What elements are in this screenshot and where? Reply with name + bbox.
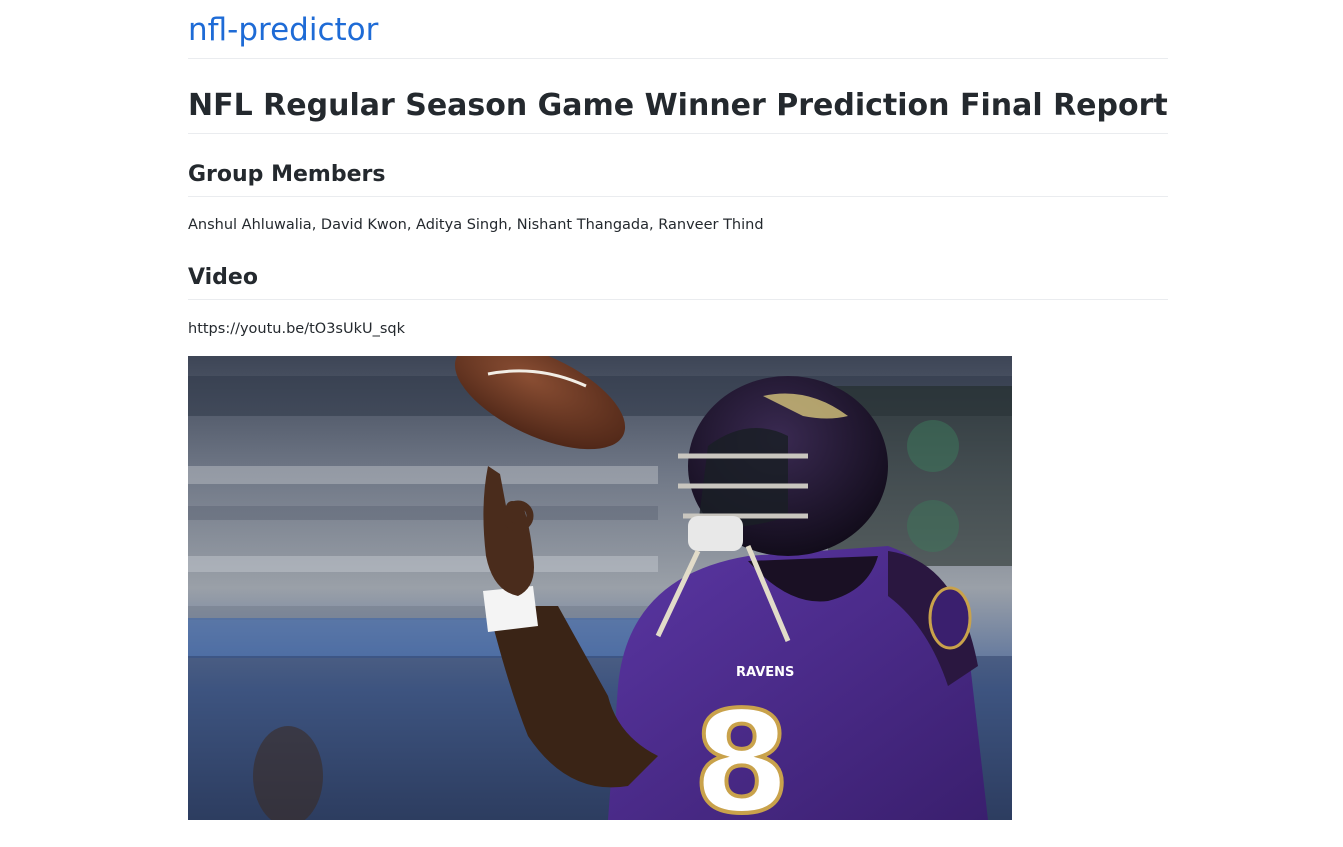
jersey-wordmark: RAVENS <box>736 665 794 680</box>
site-title-link[interactable]: nfl-predictor <box>188 11 378 49</box>
site-header: nfl-predictor <box>188 0 1168 59</box>
video-link-text: https://youtu.be/tO3sUkU_sqk <box>188 321 406 337</box>
hero-image: RAVENS 8 <box>188 356 1012 820</box>
page-title: NFL Regular Season Game Winner Predictio… <box>188 59 1168 134</box>
hero-photo-illustration: RAVENS 8 <box>188 356 1012 820</box>
jersey-number: 8 <box>693 682 790 820</box>
group-members-text: Anshul Ahluwalia, David Kwon, Aditya Sin… <box>188 217 764 233</box>
page-container: nfl-predictor NFL Regular Season Game Wi… <box>188 0 1168 820</box>
video-heading: Video <box>188 235 1168 300</box>
group-members-heading: Group Members <box>188 134 1168 197</box>
